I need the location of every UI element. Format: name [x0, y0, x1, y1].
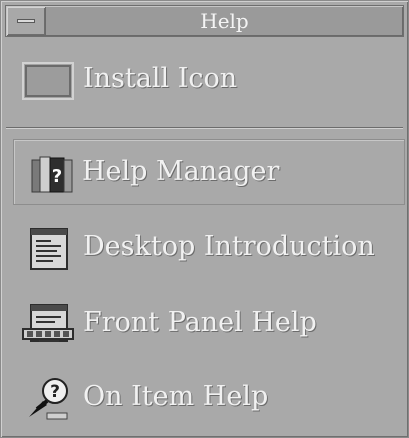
- svg-text:?: ?: [52, 166, 62, 187]
- front-panel-help-item[interactable]: Front Panel Help: [15, 293, 407, 353]
- help-manager-item[interactable]: ? Help Manager: [13, 139, 405, 205]
- install-icon-dropzone-icon: [22, 62, 74, 100]
- window-menu-button[interactable]: [7, 7, 46, 35]
- help-manager-books-icon: ?: [31, 156, 73, 193]
- front-panel-window-icon: [22, 304, 74, 342]
- on-item-help-item[interactable]: ? On Item Help: [15, 367, 407, 427]
- front-panel-help-label: Front Panel Help: [83, 307, 317, 338]
- desktop-introduction-label: Desktop Introduction: [83, 231, 375, 262]
- document-window-icon: [30, 228, 68, 270]
- help-subpanel-window: Help Install Icon ? Help Manager Desktop…: [0, 0, 409, 438]
- desktop-introduction-item[interactable]: Desktop Introduction: [15, 217, 407, 277]
- title-bar[interactable]: Help: [5, 5, 404, 37]
- install-icon-label: Install Icon: [83, 63, 238, 94]
- help-pointer-icon: ?: [29, 378, 68, 420]
- svg-text:?: ?: [50, 382, 60, 402]
- window-title: Help: [200, 9, 249, 33]
- help-manager-label: Help Manager: [82, 156, 280, 187]
- separator: [6, 127, 403, 129]
- on-item-help-label: On Item Help: [83, 381, 269, 412]
- install-icon-item[interactable]: Install Icon: [15, 49, 407, 109]
- minus-icon: [17, 19, 35, 23]
